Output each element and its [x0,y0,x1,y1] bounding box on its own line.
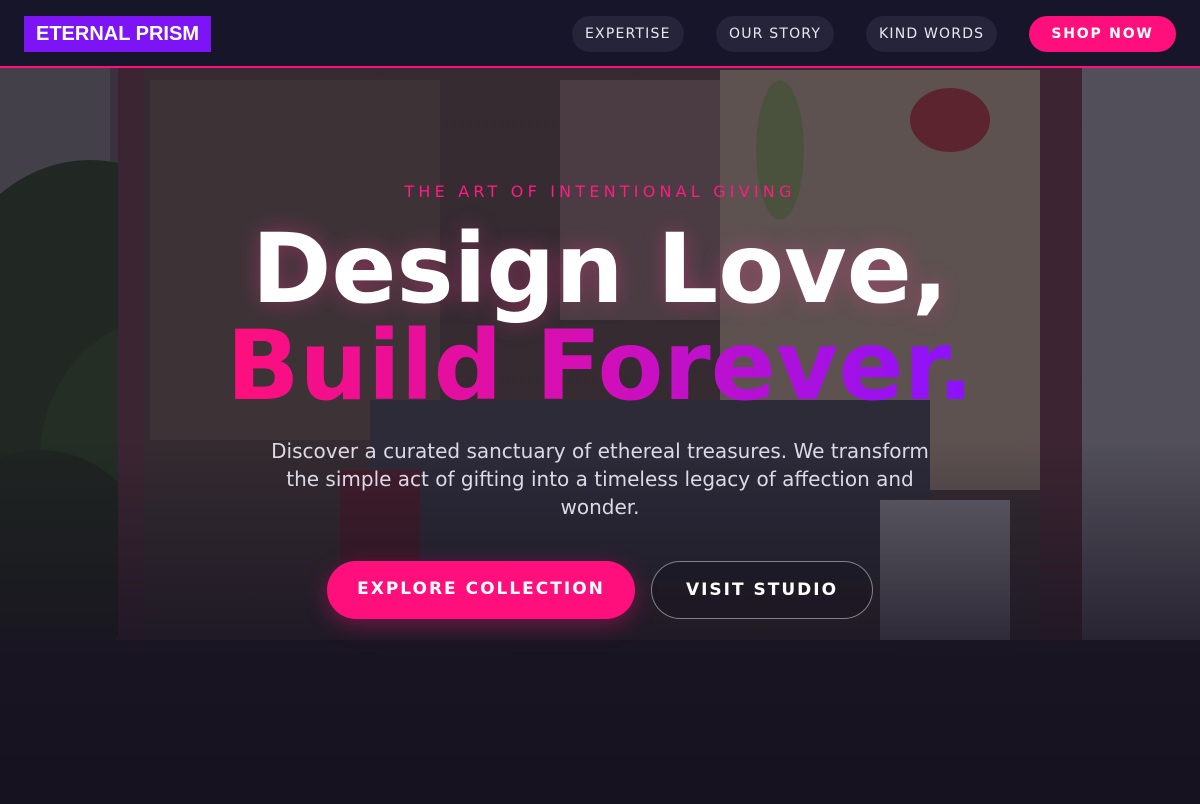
nav-link-expertise[interactable]: EXPERTISE [572,16,684,52]
brand-logo[interactable]: ETERNAL PRISM [24,16,211,52]
visit-studio-button[interactable]: VISIT STUDIO [651,561,873,619]
top-navigation-bar: ETERNAL PRISM EXPERTISE OUR STORY KIND W… [0,0,1200,68]
hero-headline-line-2: Build Forever. [226,310,974,422]
nav-link-kind-words[interactable]: KIND WORDS [866,16,998,52]
hero-subtitle: Discover a curated sanctuary of ethereal… [271,439,929,519]
shop-now-button[interactable]: SHOP NOW [1029,16,1176,52]
hero-headline-line-2-wrapper: Build Forever. [0,311,1200,421]
nav-link-our-story[interactable]: OUR STORY [716,16,835,52]
explore-collection-button[interactable]: EXPLORE COLLECTION [327,561,635,619]
hero-eyebrow: THE ART OF INTENTIONAL GIVING [404,182,796,201]
hero-headline-line-1: Design Love, [251,213,949,325]
